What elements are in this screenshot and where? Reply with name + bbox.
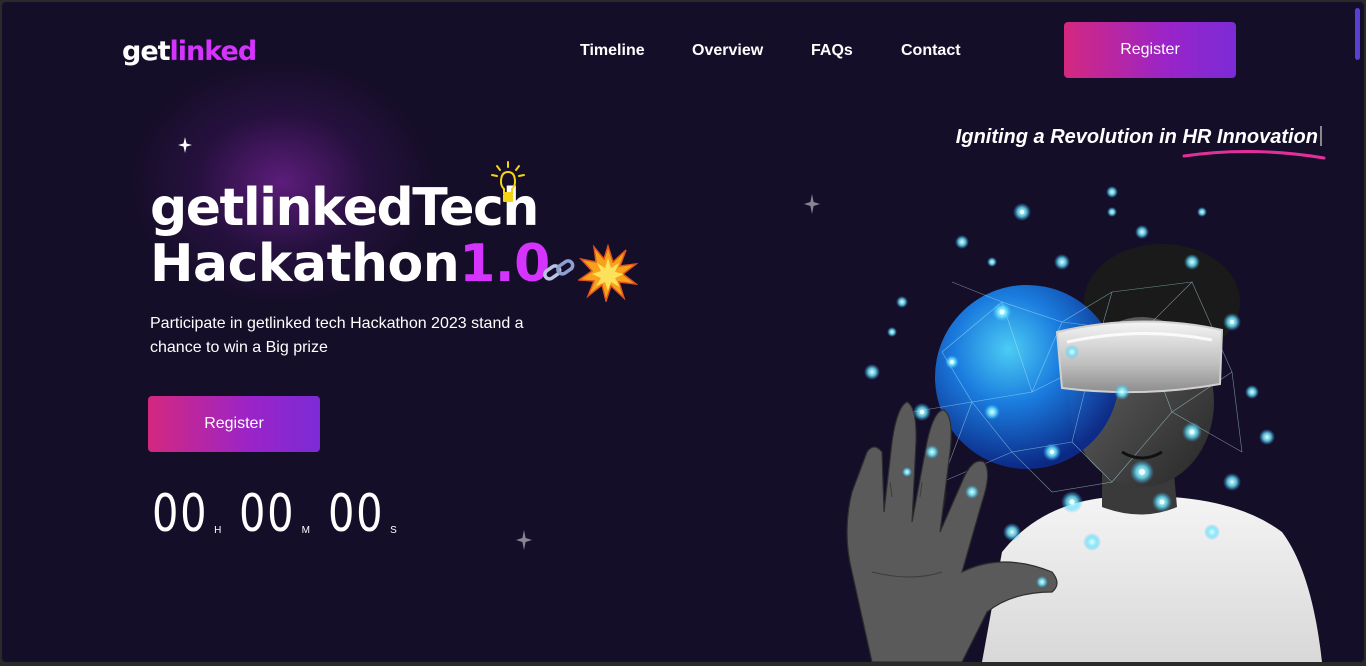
- countdown-seconds: 00: [327, 484, 385, 544]
- nav-faqs[interactable]: FAQs: [811, 42, 853, 60]
- countdown-minutes-unit: M: [301, 525, 310, 536]
- header-register-button[interactable]: Register: [1064, 22, 1236, 78]
- explosion-icon: [578, 244, 638, 302]
- light-bulb-icon: [491, 161, 525, 202]
- hero-register-button[interactable]: Register: [148, 396, 320, 452]
- logo-accent: linked: [169, 36, 258, 67]
- typing-cursor: [1320, 126, 1322, 146]
- chain-link-icon: [543, 259, 575, 281]
- hero-illustration: [846, 186, 1322, 662]
- header-register-label: Register: [1120, 41, 1180, 58]
- hero-register-label: Register: [204, 415, 264, 432]
- logo[interactable]: getlinked: [122, 36, 258, 67]
- hero-tagline: Igniting a Revolution in HR Innovation: [956, 126, 1322, 149]
- countdown-hours-unit: H: [214, 525, 222, 536]
- scrollbar[interactable]: [1355, 8, 1360, 60]
- countdown-hours: 00: [152, 484, 209, 544]
- countdown-timer: 00 H 00 M 00 S: [152, 486, 415, 542]
- hero-description: Participate in getlinked tech Hackathon …: [150, 315, 524, 356]
- logo-main: get: [122, 36, 171, 67]
- nav-timeline[interactable]: Timeline: [580, 42, 645, 60]
- nav-contact[interactable]: Contact: [901, 42, 961, 60]
- page-frame: getlinked Timeline Overview FAQs Contact…: [2, 2, 1364, 662]
- tagline-text: Igniting a Revolution in HR Innovation: [955, 126, 1318, 148]
- hero-title-word: Hackathon: [150, 234, 460, 294]
- hero-title-line2: Hackathon1.0: [150, 236, 550, 292]
- countdown-minutes: 00: [239, 484, 296, 544]
- sparkle-star-icon: [178, 137, 192, 153]
- nav-overview[interactable]: Overview: [692, 42, 763, 60]
- sparkle-star-icon: [516, 530, 532, 550]
- hero-title-version: 1.0: [459, 234, 550, 294]
- countdown-seconds-unit: S: [390, 525, 397, 536]
